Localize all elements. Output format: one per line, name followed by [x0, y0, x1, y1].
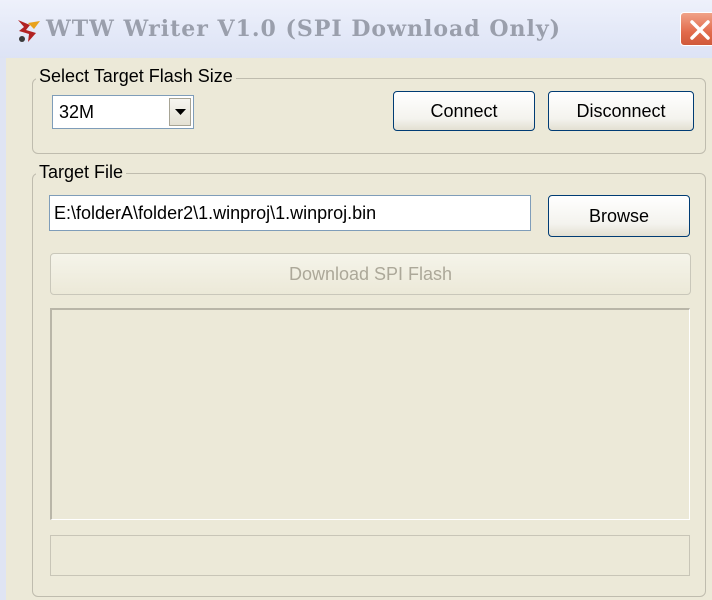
disconnect-button[interactable]: Disconnect	[548, 91, 694, 131]
file-path-input[interactable]	[49, 195, 531, 231]
status-bar	[50, 535, 690, 576]
app-window: WTW Writer V1.0 (SPI Download Only) Sele…	[0, 0, 712, 600]
download-spi-flash-button[interactable]: Download SPI Flash	[50, 253, 691, 295]
flash-size-value: 32M	[59, 102, 95, 122]
dropdown-button[interactable]	[169, 98, 191, 126]
log-output-area[interactable]	[50, 308, 690, 520]
client-area: Select Target Flash Size 32M Connect Dis…	[6, 58, 712, 600]
title-bar[interactable]: WTW Writer V1.0 (SPI Download Only)	[0, 0, 712, 58]
flash-size-group-title: Select Target Flash Size	[36, 66, 236, 87]
flash-size-select[interactable]: 32M	[52, 95, 194, 129]
target-file-group-title: Target File	[36, 162, 127, 183]
browse-button[interactable]: Browse	[548, 195, 690, 237]
app-logo-icon	[14, 17, 44, 45]
window-title: WTW Writer V1.0 (SPI Download Only)	[46, 16, 562, 42]
connect-button[interactable]: Connect	[393, 91, 535, 131]
close-button[interactable]	[680, 12, 712, 46]
